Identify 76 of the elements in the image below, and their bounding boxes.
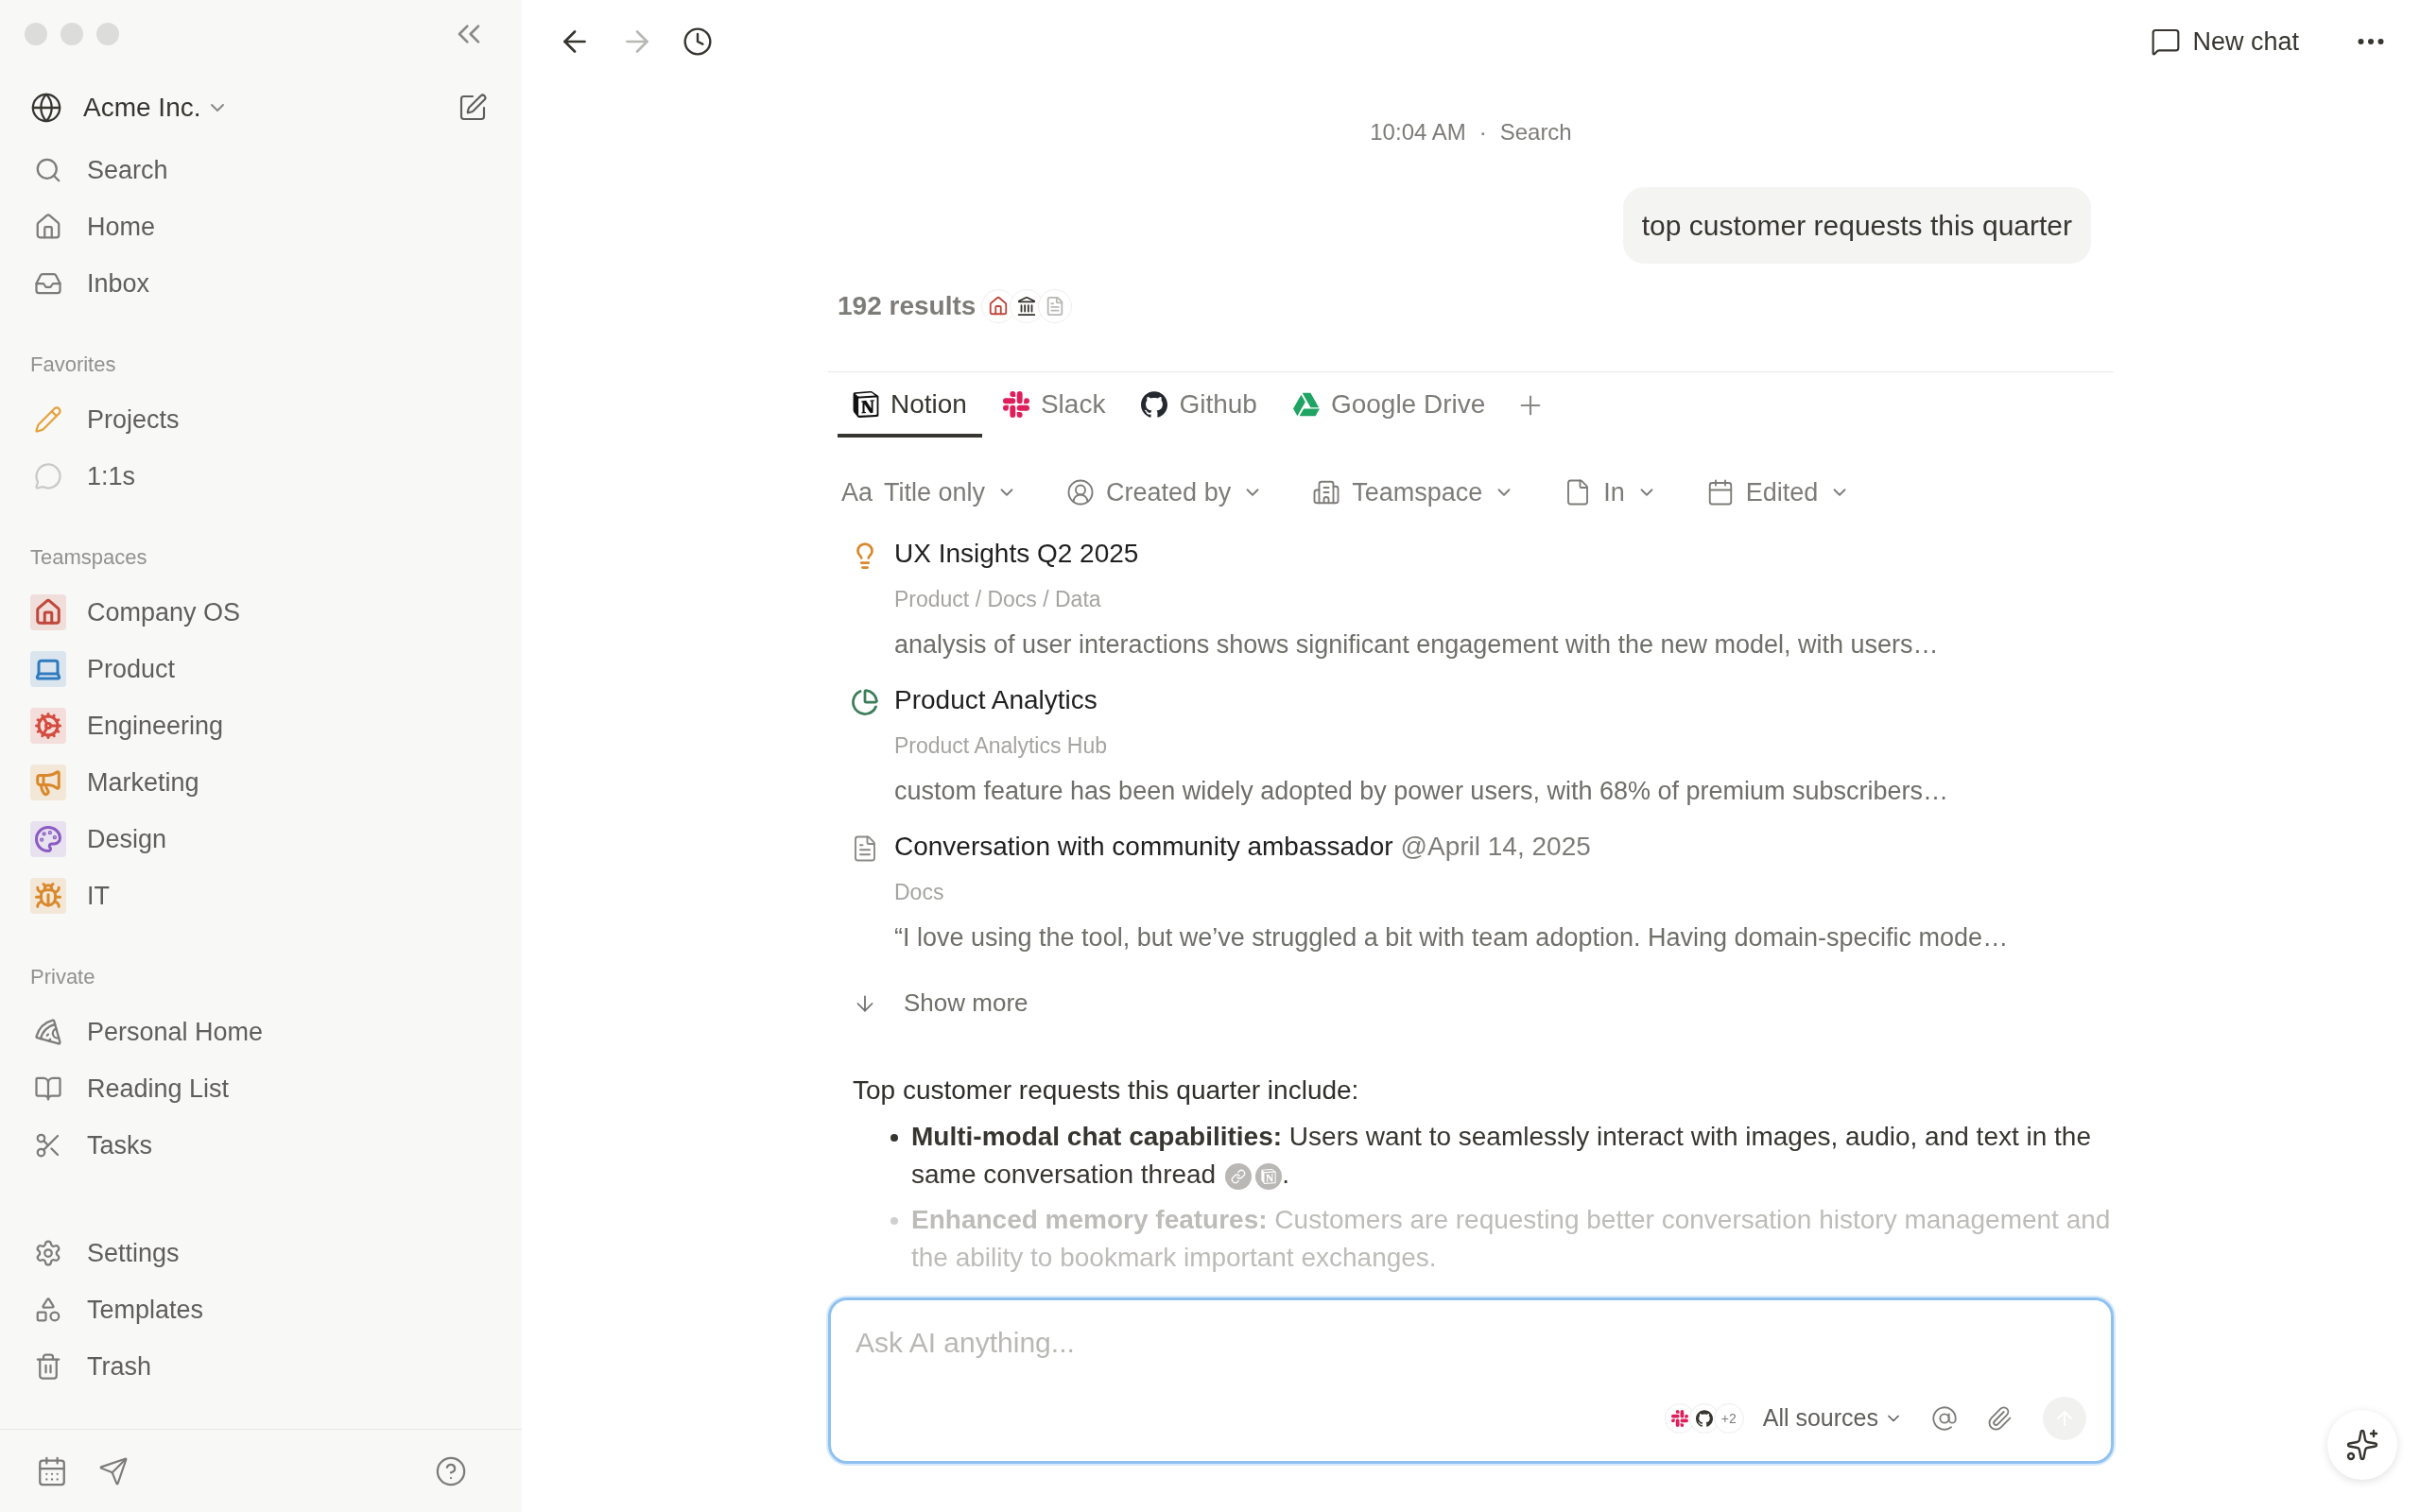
filter-dropdown[interactable]: Created by xyxy=(1066,472,1264,512)
notion-citation-icon[interactable] xyxy=(1255,1162,1283,1190)
sidebar-item[interactable]: Personal Home xyxy=(0,1004,522,1060)
sparkles-icon xyxy=(2345,1428,2379,1462)
slack-icon xyxy=(1002,391,1029,418)
result-snippet: “I love using the tool, but we’ve struggled a bit with team adoption. Having domain-specific mode… xyxy=(894,921,2009,954)
filter-dropdown[interactable]: Aa Title only xyxy=(841,472,1018,512)
result-path: Product / Docs / Data xyxy=(894,586,1102,613)
sidebar-item[interactable]: Reading List xyxy=(0,1060,522,1117)
section-heading: Teamspaces xyxy=(29,543,148,571)
sidebar-item[interactable]: Product xyxy=(0,641,522,697)
user-message-bubble: top customer requests this quarter xyxy=(1622,187,2091,264)
github-icon xyxy=(1141,391,1168,418)
answer-bullet-text: Enhanced memory features: Customers are requesting better conversation history management and the ability to bookmark important exchanges. xyxy=(911,1204,2112,1274)
sentence-period: . xyxy=(1282,1160,1289,1189)
workspace-name[interactable]: Acme Inc. xyxy=(83,88,201,128)
sidebar-item[interactable]: Company OS xyxy=(0,584,522,641)
chat-bubble-icon xyxy=(2151,26,2182,57)
assistant-button[interactable] xyxy=(2327,1410,2397,1480)
message-time: 10:04 AM xyxy=(1370,118,1466,146)
results-count: 192 results xyxy=(838,290,977,322)
source-tab[interactable]: Notion xyxy=(838,375,982,438)
date-mention[interactable]: @April 14, 2025 xyxy=(1400,827,1591,867)
sources-dropdown[interactable]: All sources xyxy=(1762,1400,1903,1436)
section-heading: Favorites xyxy=(29,351,117,378)
document-icon xyxy=(1038,289,1073,323)
result-title[interactable]: UX Insights Q2 2025 xyxy=(894,534,1139,574)
new-page-icon[interactable] xyxy=(458,93,488,123)
filter-dropdown[interactable]: Teamspace xyxy=(1312,472,1515,512)
calendar-icon[interactable] xyxy=(36,1454,68,1487)
separator-dot: · xyxy=(1478,118,1487,146)
history-icon[interactable] xyxy=(683,26,713,57)
sidebar-item[interactable]: Settings xyxy=(0,1225,522,1281)
sidebar-item[interactable]: Trash xyxy=(0,1338,522,1395)
user-icon xyxy=(1066,478,1096,507)
pie-chart-icon xyxy=(851,688,879,716)
extra-sources-count: +2 xyxy=(1713,1403,1744,1434)
sidebar-item[interactable]: Design xyxy=(0,811,522,868)
new-chat-button[interactable]: New chat xyxy=(2141,16,2308,67)
answer-bullet-text: Multi-modal chat capabilities: Users want to seamlessly interact with images, audio, and text in the same conversation thread . xyxy=(911,1121,2093,1192)
answer-intro: Top customer requests this quarter include: xyxy=(853,1074,1360,1107)
ask-ai-field[interactable]: Ask AI anything... +2 All sources xyxy=(828,1297,2114,1464)
filter-dropdown[interactable]: In xyxy=(1564,472,1657,512)
text-format-icon: Aa xyxy=(841,472,873,512)
result-snippet: analysis of user interactions shows significant engagement with the new model, with users… xyxy=(894,628,1939,661)
notion-icon xyxy=(853,391,879,418)
sidebar-item[interactable]: Marketing xyxy=(0,754,522,811)
sidebar-item[interactable]: IT xyxy=(0,868,522,924)
result-title[interactable]: Conversation with community ambassador xyxy=(894,827,1393,867)
message-mode: Search xyxy=(1499,118,1572,146)
source-tab[interactable]: Slack xyxy=(987,375,1121,438)
sidebar-item[interactable]: Projects xyxy=(0,391,522,448)
sidebar-item[interactable]: Home xyxy=(0,198,522,255)
globe-icon xyxy=(30,92,62,124)
help-icon[interactable] xyxy=(435,1454,467,1487)
sidebar-item[interactable]: Search xyxy=(0,142,522,198)
result-title[interactable]: Product Analytics xyxy=(894,680,1098,720)
drive-icon xyxy=(1292,391,1320,418)
source-tab[interactable]: Github xyxy=(1126,375,1272,438)
result-path: Docs xyxy=(894,879,945,906)
sidebar-item[interactable]: Inbox xyxy=(0,255,522,312)
sidebar-item[interactable]: Templates xyxy=(0,1281,522,1338)
sidebar-item[interactable]: Tasks xyxy=(0,1117,522,1174)
result-path: Product Analytics Hub xyxy=(894,732,1108,760)
link-citation-icon[interactable] xyxy=(1225,1162,1253,1190)
filter-dropdown[interactable]: Edited xyxy=(1705,472,1851,512)
attach-icon[interactable] xyxy=(1986,1405,2013,1432)
sidebar-item[interactable]: Engineering xyxy=(0,697,522,754)
send-icon[interactable] xyxy=(98,1455,129,1486)
mention-icon[interactable] xyxy=(1931,1405,1958,1432)
result-snippet: custom feature has been widely adopted by power users, with 68% of premium subscribers… xyxy=(894,775,1949,807)
show-more-button[interactable]: Show more xyxy=(853,985,1028,1022)
sidebar-item[interactable]: 1:1s xyxy=(0,448,522,505)
source-tab[interactable]: Google Drive xyxy=(1277,375,1501,438)
building-icon xyxy=(1312,478,1341,507)
section-heading: Private xyxy=(29,963,96,990)
